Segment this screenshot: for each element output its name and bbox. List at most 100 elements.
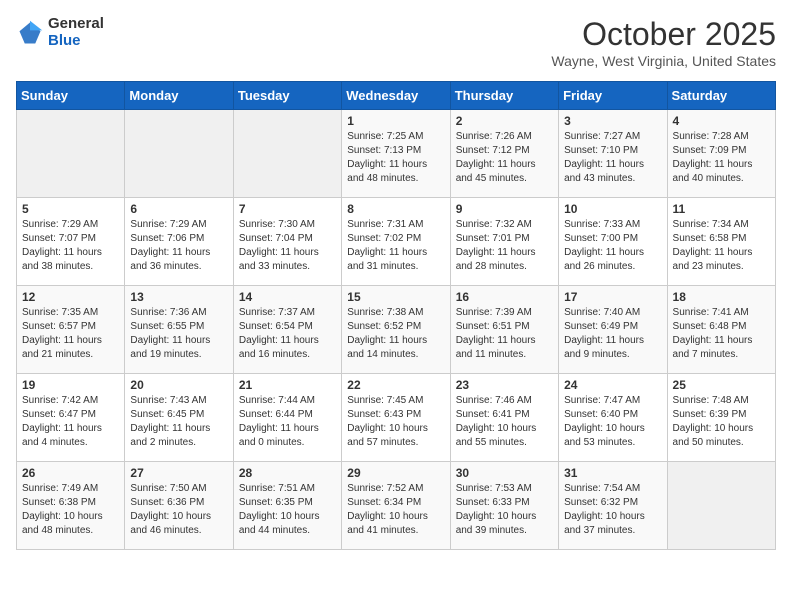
calendar-cell: 21 Sunrise: 7:44 AMSunset: 6:44 PMDayligh… — [233, 374, 341, 462]
logo-icon — [16, 19, 44, 47]
day-info: Sunrise: 7:41 AMSunset: 6:48 PMDaylight:… — [673, 306, 770, 362]
header-day-sunday: Sunday — [17, 82, 125, 110]
week-row-4: 19Sunrise: 7:42 AMSunset: 6:47 PMDayligh… — [17, 374, 776, 462]
calendar-cell: 28Sunrise: 7:51 AMSunset: 6:35 PMDayligh… — [233, 462, 341, 550]
calendar-title: October 2025 — [551, 16, 776, 53]
day-info: Sunrise: 7:39 AMSunset: 6:51 PMDaylight:… — [456, 306, 553, 362]
day-info: Sunrise: 7:46 AMSunset: 6:41 PMDaylight:… — [456, 394, 553, 450]
calendar-subtitle: Wayne, West Virginia, United States — [551, 53, 776, 69]
day-info: Sunrise: 7:38 AMSunset: 6:52 PMDaylight:… — [347, 306, 444, 362]
calendar-cell: 31 Sunrise: 7:54 AMSunset: 6:32 PMDayligh… — [559, 462, 667, 550]
day-info: Sunrise: 7:45 AMSunset: 6:43 PMDaylight:… — [347, 394, 444, 450]
day-info: Sunrise: 7:26 AMSunset: 7:12 PMDaylight:… — [456, 130, 553, 186]
week-row-1: 1 Sunrise: 7:25 AMSunset: 7:13 PMDaylight… — [17, 110, 776, 198]
day-info: Sunrise: 7:30 AMSunset: 7:04 PMDaylight:… — [239, 218, 336, 274]
day-number: 1 — [347, 114, 444, 128]
day-number: 28 — [239, 466, 336, 480]
calendar-cell — [233, 110, 341, 198]
day-number: 6 — [130, 202, 227, 216]
calendar-cell: 8Sunrise: 7:31 AMSunset: 7:02 PMDaylight… — [342, 198, 450, 286]
calendar-cell: 30 Sunrise: 7:53 AMSunset: 6:33 PMDayligh… — [450, 462, 558, 550]
calendar-cell: 4 Sunrise: 7:28 AMSunset: 7:09 PMDaylight… — [667, 110, 775, 198]
day-info: Sunrise: 7:33 AMSunset: 7:00 PMDaylight:… — [564, 218, 661, 274]
calendar-cell: 2Sunrise: 7:26 AMSunset: 7:12 PMDaylight… — [450, 110, 558, 198]
day-number: 16 — [456, 290, 553, 304]
day-number: 24 — [564, 378, 661, 392]
day-number: 4 — [673, 114, 770, 128]
calendar-cell: 6Sunrise: 7:29 AMSunset: 7:06 PMDaylight… — [125, 198, 233, 286]
calendar-cell: 3Sunrise: 7:27 AMSunset: 7:10 PMDaylight… — [559, 110, 667, 198]
header-day-thursday: Thursday — [450, 82, 558, 110]
calendar-cell: 17 Sunrise: 7:40 AMSunset: 6:49 PMDayligh… — [559, 286, 667, 374]
calendar-cell: 11Sunrise: 7:34 AMSunset: 6:58 PMDayligh… — [667, 198, 775, 286]
day-number: 27 — [130, 466, 227, 480]
week-row-5: 26 Sunrise: 7:49 AMSunset: 6:38 PMDayligh… — [17, 462, 776, 550]
calendar-cell: 23 Sunrise: 7:46 AMSunset: 6:41 PMDayligh… — [450, 374, 558, 462]
day-number: 25 — [673, 378, 770, 392]
day-info: Sunrise: 7:36 AMSunset: 6:55 PMDaylight:… — [130, 306, 227, 362]
day-number: 9 — [456, 202, 553, 216]
week-row-2: 5 Sunrise: 7:29 AMSunset: 7:07 PMDaylight… — [17, 198, 776, 286]
logo-blue-text: Blue — [48, 33, 104, 50]
calendar-cell: 7 Sunrise: 7:30 AMSunset: 7:04 PMDaylight… — [233, 198, 341, 286]
calendar-cell: 27Sunrise: 7:50 AMSunset: 6:36 PMDayligh… — [125, 462, 233, 550]
day-number: 22 — [347, 378, 444, 392]
calendar-cell — [125, 110, 233, 198]
header-day-wednesday: Wednesday — [342, 82, 450, 110]
calendar-cell — [667, 462, 775, 550]
calendar-cell: 13Sunrise: 7:36 AMSunset: 6:55 PMDayligh… — [125, 286, 233, 374]
logo-general-text: General — [48, 16, 104, 33]
calendar-cell: 20Sunrise: 7:43 AMSunset: 6:45 PMDayligh… — [125, 374, 233, 462]
day-number: 10 — [564, 202, 661, 216]
day-number: 30 — [456, 466, 553, 480]
week-row-3: 12 Sunrise: 7:35 AMSunset: 6:57 PMDayligh… — [17, 286, 776, 374]
day-info: Sunrise: 7:49 AMSunset: 6:38 PMDaylight:… — [22, 482, 119, 538]
day-info: Sunrise: 7:42 AMSunset: 6:47 PMDaylight:… — [22, 394, 119, 450]
page-header: General Blue October 2025 Wayne, West Vi… — [16, 16, 776, 69]
calendar-cell: 18 Sunrise: 7:41 AMSunset: 6:48 PMDayligh… — [667, 286, 775, 374]
calendar-cell: 10 Sunrise: 7:33 AMSunset: 7:00 PMDayligh… — [559, 198, 667, 286]
calendar-cell: 16 Sunrise: 7:39 AMSunset: 6:51 PMDayligh… — [450, 286, 558, 374]
day-info: Sunrise: 7:25 AMSunset: 7:13 PMDaylight:… — [347, 130, 444, 186]
header-row: SundayMondayTuesdayWednesdayThursdayFrid… — [17, 82, 776, 110]
logo-text: General Blue — [48, 16, 104, 49]
day-number: 18 — [673, 290, 770, 304]
day-number: 31 — [564, 466, 661, 480]
day-info: Sunrise: 7:47 AMSunset: 6:40 PMDaylight:… — [564, 394, 661, 450]
day-info: Sunrise: 7:28 AMSunset: 7:09 PMDaylight:… — [673, 130, 770, 186]
logo: General Blue — [16, 16, 104, 49]
calendar-cell: 22 Sunrise: 7:45 AMSunset: 6:43 PMDayligh… — [342, 374, 450, 462]
header-day-tuesday: Tuesday — [233, 82, 341, 110]
day-number: 12 — [22, 290, 119, 304]
header-day-saturday: Saturday — [667, 82, 775, 110]
day-info: Sunrise: 7:40 AMSunset: 6:49 PMDaylight:… — [564, 306, 661, 362]
calendar-cell: 26 Sunrise: 7:49 AMSunset: 6:38 PMDayligh… — [17, 462, 125, 550]
day-number: 17 — [564, 290, 661, 304]
day-info: Sunrise: 7:32 AMSunset: 7:01 PMDaylight:… — [456, 218, 553, 274]
day-info: Sunrise: 7:29 AMSunset: 7:07 PMDaylight:… — [22, 218, 119, 274]
day-info: Sunrise: 7:35 AMSunset: 6:57 PMDaylight:… — [22, 306, 119, 362]
calendar-cell: 15 Sunrise: 7:38 AMSunset: 6:52 PMDayligh… — [342, 286, 450, 374]
day-number: 5 — [22, 202, 119, 216]
header-day-monday: Monday — [125, 82, 233, 110]
day-number: 29 — [347, 466, 444, 480]
day-info: Sunrise: 7:52 AMSunset: 6:34 PMDaylight:… — [347, 482, 444, 538]
day-info: Sunrise: 7:43 AMSunset: 6:45 PMDaylight:… — [130, 394, 227, 450]
calendar-cell: 29 Sunrise: 7:52 AMSunset: 6:34 PMDayligh… — [342, 462, 450, 550]
day-number: 21 — [239, 378, 336, 392]
day-number: 7 — [239, 202, 336, 216]
day-info: Sunrise: 7:54 AMSunset: 6:32 PMDaylight:… — [564, 482, 661, 538]
day-info: Sunrise: 7:48 AMSunset: 6:39 PMDaylight:… — [673, 394, 770, 450]
day-info: Sunrise: 7:53 AMSunset: 6:33 PMDaylight:… — [456, 482, 553, 538]
calendar-cell: 24 Sunrise: 7:47 AMSunset: 6:40 PMDayligh… — [559, 374, 667, 462]
day-number: 26 — [22, 466, 119, 480]
day-info: Sunrise: 7:34 AMSunset: 6:58 PMDaylight:… — [673, 218, 770, 274]
day-info: Sunrise: 7:44 AMSunset: 6:44 PMDaylight:… — [239, 394, 336, 450]
header-day-friday: Friday — [559, 82, 667, 110]
day-number: 15 — [347, 290, 444, 304]
calendar-header: SundayMondayTuesdayWednesdayThursdayFrid… — [17, 82, 776, 110]
day-number: 8 — [347, 202, 444, 216]
calendar-cell: 1 Sunrise: 7:25 AMSunset: 7:13 PMDaylight… — [342, 110, 450, 198]
calendar-cell: 14Sunrise: 7:37 AMSunset: 6:54 PMDayligh… — [233, 286, 341, 374]
day-number: 23 — [456, 378, 553, 392]
